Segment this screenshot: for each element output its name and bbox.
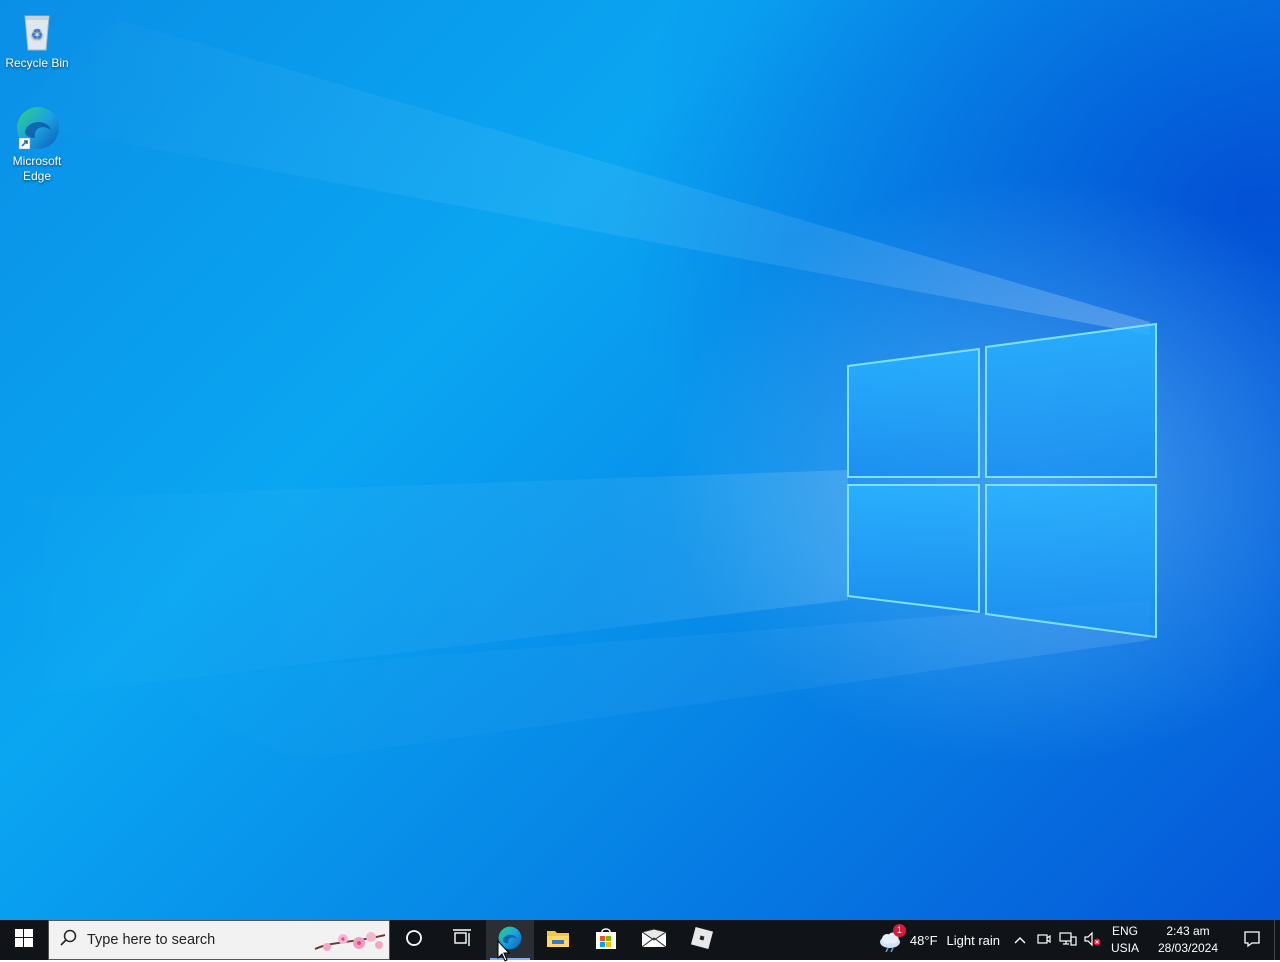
wallpaper-light-beams xyxy=(0,20,1157,760)
show-desktop-button[interactable] xyxy=(1274,920,1280,960)
desktop-icon-label: Recycle Bin xyxy=(5,56,69,70)
volume-muted-icon xyxy=(1083,931,1101,950)
desktop-icon-recycle-bin[interactable]: ♻ Recycle Bin xyxy=(1,6,73,71)
desktop-icon-label: Microsoft Edge xyxy=(12,154,62,183)
svg-text:♻: ♻ xyxy=(31,26,44,42)
show-hidden-icons-button[interactable] xyxy=(1008,920,1032,960)
language-code: ENG xyxy=(1111,924,1138,938)
edge-icon xyxy=(13,104,61,152)
taskbar-app-file-explorer[interactable] xyxy=(534,920,582,960)
windows-logo-wallpaper xyxy=(847,322,1157,639)
folder-icon xyxy=(546,927,570,954)
keyboard-layout: USIA xyxy=(1110,941,1139,955)
windows-logo-icon xyxy=(15,928,33,952)
network-icon xyxy=(1059,931,1077,950)
notification-center-button[interactable] xyxy=(1230,920,1274,960)
task-view-button[interactable] xyxy=(438,920,486,960)
meet-now-icon xyxy=(1036,931,1052,950)
taskbar-app-microsoft-store[interactable] xyxy=(582,920,630,960)
task-view-icon xyxy=(452,928,472,952)
weather-widget[interactable]: 1 48°F Light rain xyxy=(870,920,1008,960)
weather-condition: Light rain xyxy=(946,932,1000,948)
volume-button[interactable] xyxy=(1080,920,1104,960)
search-input[interactable]: Type here to search xyxy=(48,920,390,960)
taskbar-app-mail[interactable] xyxy=(630,920,678,960)
weather-cloud-icon: 1 xyxy=(878,924,906,953)
clock-time: 2:43 am xyxy=(1166,924,1210,938)
system-tray: 1 48°F Light rain ENG USIA 2:43 am 28/03… xyxy=(870,920,1280,960)
clock[interactable]: 2:43 am 28/03/2024 xyxy=(1146,920,1230,960)
chevron-up-icon xyxy=(1013,933,1027,948)
start-button[interactable] xyxy=(0,920,48,960)
search-placeholder: Type here to search xyxy=(87,932,216,948)
recycle-bin-icon: ♻ xyxy=(13,6,61,54)
cherry-blossom-search-highlight-icon xyxy=(313,925,387,962)
input-language-indicator[interactable]: ENG USIA xyxy=(1104,920,1146,960)
cortana-button[interactable] xyxy=(390,920,438,960)
weather-temperature: 48°F xyxy=(909,932,938,948)
roblox-icon xyxy=(690,926,714,955)
mouse-cursor-icon xyxy=(497,940,511,962)
meet-now-button[interactable] xyxy=(1032,920,1056,960)
store-icon xyxy=(594,926,618,955)
desktop-icon-microsoft-edge[interactable]: Microsoft Edge xyxy=(1,104,73,184)
search-icon xyxy=(59,929,77,952)
taskbar-app-roblox[interactable] xyxy=(678,920,726,960)
circle-icon xyxy=(405,929,423,952)
desktop[interactable]: ♻ Recycle Bin Microsoft Edge xyxy=(0,0,1280,920)
taskbar: Type here to search 1 48°F Light rain EN… xyxy=(0,920,1280,960)
clock-date: 28/03/2024 xyxy=(1157,941,1219,955)
notification-icon xyxy=(1243,930,1261,951)
network-button[interactable] xyxy=(1056,920,1080,960)
weather-badge: 1 xyxy=(892,924,906,937)
mail-icon xyxy=(640,927,668,953)
